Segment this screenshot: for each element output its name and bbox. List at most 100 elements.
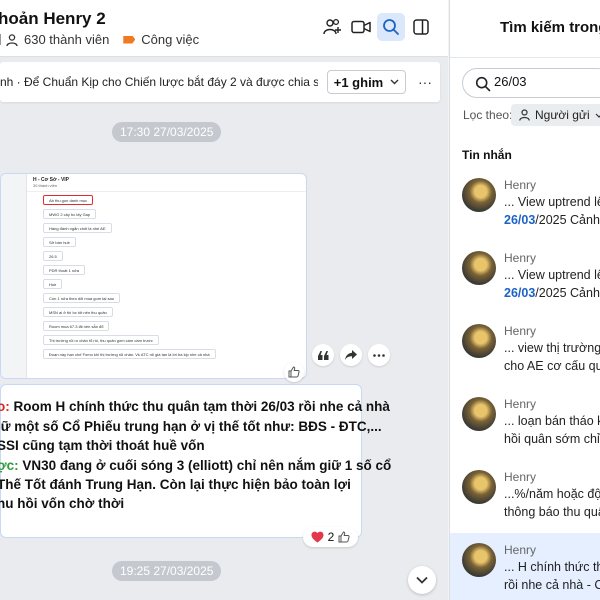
pinned-message-text[interactable]: nh · Để Chuẩn Kịp cho Chiến lược bắt đáy…	[0, 75, 318, 89]
quote-button[interactable]	[312, 344, 334, 366]
image-bubble: Room mua 67.3 lãi nền sẵn đổ	[43, 321, 110, 331]
message-line: SSI cũng tạm thời thoát huề vốn	[0, 438, 205, 453]
person-icon	[519, 109, 530, 121]
search-result-item[interactable]: Henry ... View uptrend lên 26/03/2025 Cả…	[450, 168, 600, 241]
thumbs-up-icon	[288, 366, 300, 378]
result-snippet: hồi quân sớm chỉ n	[504, 432, 600, 446]
result-sender: Henry	[504, 324, 537, 338]
more-actions-button[interactable]	[368, 344, 390, 366]
timestamp-chip: 19:25 27/03/2025	[112, 561, 222, 581]
divider	[450, 57, 600, 58]
thumbs-up-icon	[338, 531, 350, 543]
results-section-title: Tin nhắn	[462, 148, 512, 162]
result-snippet: thông báo thu quân	[504, 505, 600, 519]
image-bubble: Đoạn này hạn chế Fomo khi thị trường rủi…	[43, 349, 216, 359]
sender-filter-button[interactable]: Người gửi	[511, 104, 600, 126]
more-dots-icon	[373, 353, 385, 357]
image-bubble: Sở bán huề	[43, 237, 76, 247]
result-sender: Henry	[504, 251, 537, 265]
like-button[interactable]	[284, 362, 304, 382]
sidebar-panel-icon	[413, 19, 429, 35]
message-line: Thế Tốt đánh Trung Hạn. Còn lại thực hiệ…	[0, 477, 351, 492]
add-member-icon	[323, 18, 341, 35]
result-sender: Henry	[504, 397, 537, 411]
toggle-sidebar-button[interactable]	[407, 13, 435, 41]
message-line: ợc: VN30 đang ở cuối sóng 3 (elliott) ch…	[0, 458, 392, 473]
message-line: hu hồi vốn chờ thời	[0, 496, 125, 511]
filter-label: Lọc theo:	[463, 108, 513, 122]
result-snippet: ... H chính thức thu	[504, 560, 600, 574]
image-bubble: Ab thu gọn danh mục	[43, 195, 94, 205]
result-sender: Henry	[504, 178, 537, 192]
sender-filter-label: Người gửi	[535, 108, 590, 122]
message-line: o: Room H chính thức thu quân tạm thời 2…	[0, 399, 390, 414]
result-snippet: 26/03/2025 Cảnh	[504, 286, 600, 300]
chevron-down-icon	[595, 113, 600, 118]
share-arrow-icon	[345, 350, 357, 360]
text-message[interactable]: o: Room H chính thức thu quân tạm thời 2…	[0, 384, 391, 538]
search-field[interactable]	[462, 68, 600, 98]
result-snippet: ...%/năm hoặc đột	[504, 487, 600, 501]
pin-count-button[interactable]: +1 ghim	[327, 70, 406, 94]
image-bubble: MWG 2 cây bc lấy Gap	[43, 209, 97, 219]
heart-icon	[311, 531, 324, 543]
image-message[interactable]: H - Cơ Sở - VIP 30 thành viên Ab thu gọn…	[0, 173, 307, 379]
pin-count-label: +1 ghim	[333, 74, 384, 90]
image-sidebar	[1, 174, 27, 378]
result-snippet: rồi nhe cả nhà - Ch	[504, 578, 600, 592]
search-panel-title: Tìm kiếm trong	[500, 19, 600, 36]
search-panel: Tìm kiếm trong Lọc theo: Người gửi Tin n…	[449, 0, 600, 600]
search-result-item[interactable]: Henry ... View uptrend lên 26/03/2025 Cả…	[450, 241, 600, 314]
search-icon	[383, 19, 399, 35]
chevron-down-icon	[390, 79, 399, 85]
image-bubble: Hàng đánh ngắn chốt là nhé AE	[43, 223, 112, 233]
result-snippet: ... View uptrend lên	[504, 195, 600, 209]
conversation-title[interactable]: hoản Henry 2	[0, 9, 106, 29]
category-label[interactable]: Công việc	[141, 32, 199, 47]
pinned-message-bar[interactable]: nh · Để Chuẩn Kịp cho Chiến lược bắt đáy…	[0, 62, 440, 102]
reaction-pill[interactable]: 2	[303, 527, 358, 547]
pin-more-button[interactable]: ···	[414, 70, 436, 94]
video-call-button[interactable]	[347, 13, 375, 41]
result-snippet: ... View uptrend lên	[504, 268, 600, 282]
image-bubble: Còn 1 nửa theo dõi mua gom tại sau	[43, 293, 120, 303]
result-sender: Henry	[504, 543, 537, 557]
avatar	[462, 324, 496, 358]
result-snippet: 26/03/2025 Cảnh	[504, 213, 600, 227]
add-member-button[interactable]	[319, 13, 347, 41]
image-bubble: Huề	[43, 279, 63, 289]
chat-pane: hoản Henry 2 630 thành viên Công việc nh…	[0, 0, 448, 600]
divider	[0, 34, 1, 45]
image-bubble: 26.5	[43, 251, 63, 261]
category-tag-icon	[123, 35, 136, 44]
member-count[interactable]: 630 thành viên	[24, 32, 109, 47]
quote-icon	[317, 350, 328, 360]
avatar	[462, 178, 496, 212]
search-result-item[interactable]: Henry ...%/năm hoặc đột thông báo thu qu…	[450, 460, 600, 533]
timestamp-chip: 17:30 27/03/2025	[112, 122, 222, 142]
chat-header: hoản Henry 2 630 thành viên Công việc	[0, 0, 448, 57]
video-camera-icon	[351, 20, 371, 34]
avatar	[462, 397, 496, 431]
share-button[interactable]	[340, 344, 362, 366]
search-icon	[475, 76, 491, 92]
search-result-item[interactable]: Henry ... view thị trường n cho AE cơ cấ…	[450, 314, 600, 387]
image-bubble: MSN ai ở thì bc tốt nên thu quân	[43, 307, 113, 317]
avatar	[462, 543, 496, 577]
result-snippet: cho AE cơ cấu quả	[504, 359, 600, 373]
message-actions	[312, 344, 390, 366]
search-button[interactable]	[377, 13, 405, 41]
scroll-to-bottom-button[interactable]	[408, 566, 436, 594]
reaction-count: 2	[327, 530, 335, 544]
avatar	[462, 251, 496, 285]
search-input[interactable]	[494, 74, 594, 89]
conversation-meta: 630 thành viên Công việc	[0, 32, 199, 47]
image-bubble: PDR thoát 1 nửa	[43, 265, 86, 275]
search-result-item-selected[interactable]: Henry ... H chính thức thu rồi nhe cả nh…	[450, 533, 600, 600]
result-snippet: ... view thị trường n	[504, 341, 600, 355]
avatar	[462, 470, 496, 504]
search-result-item[interactable]: Henry ... loạn bán tháo kh hồi quân sớm …	[450, 387, 600, 460]
image-bubble: Thị trường rủi ro chân tổ rồi, thu quân …	[43, 335, 159, 345]
result-snippet: ... loạn bán tháo kh	[504, 414, 600, 428]
result-sender: Henry	[504, 470, 537, 484]
